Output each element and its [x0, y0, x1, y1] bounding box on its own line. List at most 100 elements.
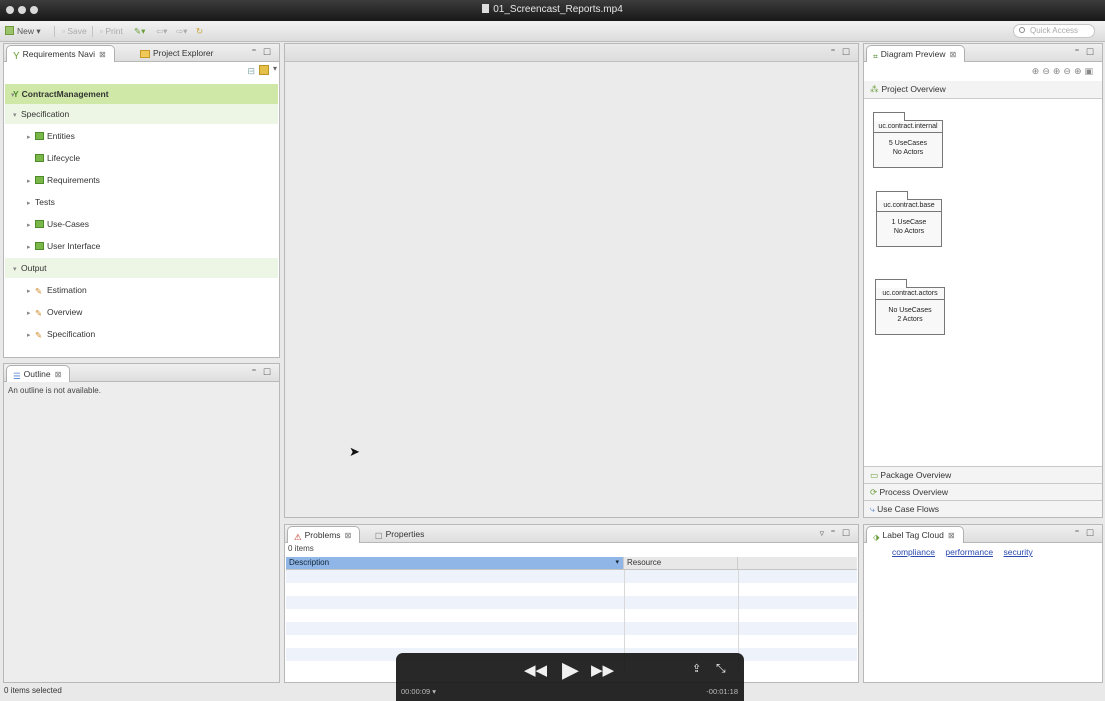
view-menu-icon[interactable]: ▾ [273, 64, 277, 73]
search-icon [1019, 27, 1025, 33]
close-tab-icon[interactable]: ⊠ [55, 370, 62, 379]
fullscreen-icon[interactable]: ⤡ [716, 661, 726, 676]
diagram-tabbar: ⌗ Diagram Preview ⊠ ⁼ ☐ [864, 44, 1102, 62]
tab-requirements-navigator[interactable]: Y Requirements Navi ⊠ [6, 45, 115, 62]
tag-link[interactable]: compliance [892, 547, 935, 557]
play-button[interactable]: ▶ [562, 657, 579, 683]
tree-item[interactable]: ▸ Tests [5, 192, 278, 212]
close-tab-icon[interactable]: ⊠ [950, 50, 957, 59]
close-tab-icon[interactable]: ⊠ [345, 531, 352, 540]
link-editor-icon[interactable] [259, 65, 269, 75]
tree-item-label: Entities [47, 131, 75, 141]
package-box-actors[interactable]: uc.contract.actors No UseCases 2 Actors [875, 279, 945, 335]
column-extra[interactable] [738, 557, 856, 569]
column-divider [738, 635, 739, 648]
fast-forward-button[interactable]: ▶▶ [591, 661, 614, 679]
table-row[interactable] [286, 596, 857, 609]
navigate-forward-icon[interactable]: ⇨▾ [176, 25, 187, 38]
expand-arrow-icon[interactable]: ▸ [27, 194, 35, 214]
sort-arrow-icon: ▾ [615, 559, 619, 566]
package-box-base[interactable]: uc.contract.base 1 UseCase No Actors [876, 191, 942, 247]
tree-item[interactable]: ▸ Use-Cases [5, 214, 278, 234]
problems-tabbar: ⚠ Problems ⊠ ☐ Properties ▿ ⁼ ☐ [285, 525, 858, 543]
process-overview-header[interactable]: ⟳ Process Overview [864, 483, 1102, 500]
table-row[interactable] [286, 609, 857, 622]
view-minimize-maximize[interactable]: ⁼ ☐ [1075, 528, 1096, 539]
table-row[interactable] [286, 583, 857, 596]
column-divider [624, 583, 625, 596]
column-description[interactable]: Description ▾ [286, 557, 624, 569]
expand-arrow-icon[interactable]: ▾ [13, 260, 21, 280]
zoom-toolbar-icons[interactable]: ⊕⊖⊕⊖⊕▣ [1032, 66, 1096, 77]
tab-project-explorer[interactable]: Project Explorer [134, 45, 221, 62]
tree-item[interactable]: ▸ ✎ Estimation [5, 280, 278, 300]
tab-diagram-preview[interactable]: ⌗ Diagram Preview ⊠ [866, 45, 966, 62]
editor-area: ⁼ ☐ ➤ [284, 43, 859, 518]
tree-item-label: Specification [47, 329, 96, 339]
collapse-all-icon[interactable]: ⊟ [247, 66, 255, 77]
tree-item[interactable]: ▾ Specification [5, 104, 278, 124]
tab-problems[interactable]: ⚠ Problems ⊠ [287, 526, 361, 543]
table-row[interactable] [286, 570, 857, 583]
view-minimize-maximize[interactable]: ⁼ ☐ [252, 367, 273, 378]
status-text: 0 items selected [4, 686, 62, 695]
tree-item[interactable]: ▸ Entities [5, 126, 278, 146]
use-case-flows-header[interactable]: ⤷ Use Case Flows [864, 500, 1102, 517]
expand-arrow-icon[interactable]: ▸ [27, 282, 35, 302]
expand-arrow-icon[interactable]: ▸ [27, 304, 35, 324]
column-divider [624, 570, 625, 583]
view-minimize-maximize[interactable]: ⁼ ☐ [252, 47, 273, 58]
tree-item[interactable]: ▸ User Interface [5, 236, 278, 256]
outline-tabbar: ☰ Outline ⊠ ⁼ ☐ [4, 364, 279, 382]
expand-arrow-icon[interactable]: ▸ [27, 326, 35, 346]
close-tab-icon[interactable]: ⊠ [99, 50, 106, 59]
new-button[interactable]: New ▾ [5, 25, 41, 38]
refresh-icon[interactable]: ↻ [196, 25, 203, 38]
tree-item[interactable]: ▾ Output [5, 258, 278, 278]
project-overview-header[interactable]: ⁂ Project Overview [864, 81, 1102, 99]
expand-arrow-icon[interactable]: ▸ [27, 216, 35, 236]
share-icon[interactable]: ⇪ [692, 662, 701, 675]
run-report-icon[interactable]: ✎▾ [134, 25, 145, 38]
package-icon [35, 176, 44, 184]
tree-item[interactable]: ▸ ✎ Overview [5, 302, 278, 322]
view-minimize-maximize[interactable]: ▿ ⁼ ☐ [820, 528, 852, 539]
collapse-arrow-icon[interactable]: ▾ [5, 86, 15, 106]
table-row[interactable] [286, 635, 857, 648]
remaining-time: -00:01:18 [706, 687, 738, 696]
column-divider [738, 583, 739, 596]
navigate-back-icon[interactable]: ⇦▾ [156, 25, 167, 38]
tree-item[interactable]: Lifecycle [5, 148, 278, 168]
tag-link[interactable]: performance [945, 547, 993, 557]
close-tab-icon[interactable]: ⊠ [948, 531, 955, 540]
tab-properties[interactable]: ☐ Properties [369, 526, 432, 543]
requirements-navigator-panel: Y Requirements Navi ⊠ Project Explorer ⁼ ☐… [3, 43, 280, 358]
editor-minimize-maximize[interactable]: ⁼ ☐ [831, 47, 852, 58]
expand-arrow-icon[interactable]: ▸ [27, 238, 35, 258]
view-minimize-maximize[interactable]: ⁼ ☐ [1075, 47, 1096, 58]
print-button[interactable]: ▫ Print [100, 25, 123, 38]
column-resource[interactable]: Resource [624, 557, 738, 569]
tag-cloud: compliance performance security [892, 547, 1033, 557]
table-row[interactable] [286, 622, 857, 635]
package-box-internal[interactable]: uc.contract.internal 5 UseCases No Actor… [873, 112, 943, 168]
tree-item-label: User Interface [47, 241, 101, 251]
tree-item-label: Use-Cases [47, 219, 90, 229]
package-overview-header[interactable]: ▭ Package Overview [864, 466, 1102, 483]
project-icon: Y [13, 89, 19, 99]
quick-access-input[interactable]: Quick Access [1013, 24, 1095, 38]
expand-arrow-icon[interactable]: ▸ [27, 172, 35, 192]
tree-item[interactable]: ▸ ✎ Specification [5, 324, 278, 344]
tree-item[interactable]: ▸ Requirements [5, 170, 278, 190]
save-button[interactable]: ▫ Save [62, 25, 87, 38]
tab-label-tag-cloud[interactable]: ⬗ Label Tag Cloud ⊠ [866, 526, 964, 543]
expand-arrow-icon[interactable]: ▾ [13, 106, 21, 126]
tab-outline[interactable]: ☰ Outline ⊠ [6, 365, 71, 382]
expand-arrow-icon[interactable]: ▸ [27, 128, 35, 148]
tree-root-contractmanagement[interactable]: ▾Y ContractManagement [5, 84, 278, 104]
requirements-tabbar: Y Requirements Navi ⊠ Project Explorer ⁼ ☐ [4, 44, 279, 62]
folder-icon [140, 50, 150, 58]
rewind-button[interactable]: ◀◀ [524, 661, 547, 679]
tag-link[interactable]: security [1003, 547, 1032, 557]
problems-table-header: Description ▾ Resource [286, 557, 857, 570]
